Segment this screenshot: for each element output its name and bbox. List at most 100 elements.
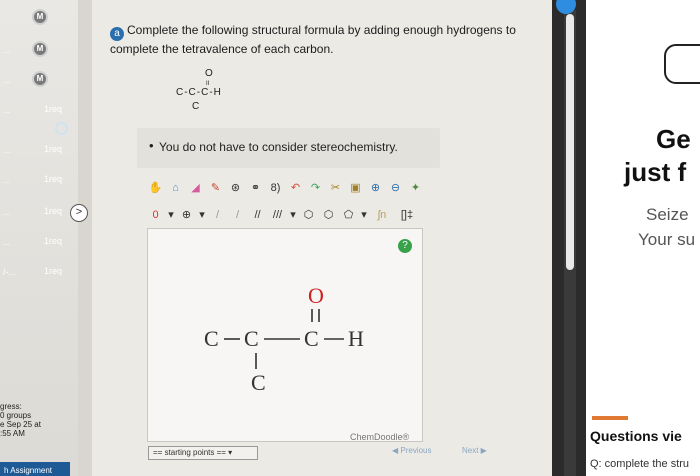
sidebar-item-2[interactable]: ... M <box>0 36 70 64</box>
atom-hydrogen: H <box>348 326 364 351</box>
prompt-text: Complete the following structural formul… <box>110 23 516 56</box>
sidebar-item-3[interactable]: ... M <box>0 66 70 94</box>
sidebar-item-label: 1req <box>43 174 62 184</box>
starting-points-select[interactable]: == starting points == ▾ <box>148 446 258 460</box>
triple-bond-icon[interactable]: /// <box>269 207 286 224</box>
small-bottom-carbon: C <box>192 101 199 112</box>
sidebar-item-4[interactable]: ... 1req <box>0 96 70 124</box>
pentagon-ring-icon[interactable]: ⬠ <box>340 207 357 224</box>
promo-heading-2: just f <box>624 157 687 187</box>
chemdoodle-canvas[interactable]: ? O C C C C H <box>147 228 423 442</box>
help-icon[interactable]: ? <box>398 239 412 253</box>
sidebar-dots: ... <box>3 75 11 85</box>
starting-points-label: == starting points == <box>153 448 226 457</box>
due-time: :55 AM <box>0 429 25 438</box>
right-panel: Ge just f Seize Your su Questions vie Q:… <box>586 0 700 476</box>
progress-info: gress: 0 groups e Sep 25 at :55 AM <box>0 402 41 438</box>
chevron-down-icon[interactable]: ▾ <box>198 207 206 224</box>
progress-groups: 0 groups <box>0 411 32 420</box>
sidebar-item-1[interactable]: M <box>0 4 70 32</box>
part-badge: a <box>110 27 124 41</box>
sidebar-dots: ... <box>3 175 11 185</box>
pencil-icon[interactable]: ✎ <box>207 180 224 197</box>
sidebar-dots: ... <box>3 207 11 217</box>
bracket-charge-icon[interactable]: []‡ <box>396 207 418 224</box>
chevron-down-icon[interactable]: ▾ <box>289 207 297 224</box>
sidebar-item-5[interactable]: ... 1req <box>0 136 70 164</box>
mastered-badge-icon: M <box>32 9 48 25</box>
sidebar-item-label: 1req <box>43 144 62 154</box>
questions-viewed-title: Questions vie <box>590 428 682 444</box>
next-label: Next <box>462 446 479 455</box>
sidebar-dots: ... <box>3 145 11 155</box>
in-progress-circle-icon <box>55 122 68 135</box>
lasso-icon[interactable]: ⌂ <box>167 180 184 197</box>
small-chain: C-C-C-H <box>176 87 222 98</box>
charge-zero-button[interactable]: 0 <box>147 207 164 224</box>
charge-plus-button[interactable]: ⊕ <box>178 207 195 224</box>
repeat-unit-icon[interactable]: ʃn <box>371 207 393 224</box>
promo-image-frame <box>664 44 700 84</box>
scrollbar-thumb[interactable] <box>566 14 574 270</box>
clipboard-icon[interactable]: ▣ <box>347 180 364 197</box>
single-bond-dashed-icon[interactable]: / <box>209 207 226 224</box>
assignment-sidebar: M ... M ... M ... 1req ... 1req ... 1req… <box>0 0 78 476</box>
atom-carbon-3[interactable]: C <box>304 326 319 351</box>
previous-button[interactable]: ◀ Previous <box>392 446 432 455</box>
hexagon-ring-icon[interactable]: ⬡ <box>300 207 317 224</box>
note-box: • You do not have to consider stereochem… <box>137 128 440 168</box>
sidebar-item-label: 1req <box>43 266 62 276</box>
zoom-in-icon[interactable]: ⊕ <box>367 180 384 197</box>
redo-icon[interactable]: ↷ <box>307 180 324 197</box>
sidebar-item-6[interactable]: ... 1req <box>0 166 70 194</box>
small-structure-image: O II C-C-C-H C <box>176 68 222 112</box>
structure-drawing: O C C C C H <box>204 283 364 395</box>
sidebar-dots: ... <box>3 105 11 115</box>
ring-icon[interactable]: ⊛ <box>227 180 244 197</box>
atom-carbon-2[interactable]: C <box>244 326 259 351</box>
promo-line-2: Your su <box>638 230 696 249</box>
mastered-badge-icon: M <box>32 71 48 87</box>
assignment-tab[interactable]: h Assignment <box>0 462 70 476</box>
sidebar-item-label: 1req <box>43 206 62 216</box>
note-text: You do not have to consider stereochemis… <box>159 140 398 154</box>
mastered-badge-icon: M <box>32 41 48 57</box>
next-button[interactable]: Next ▶ <box>462 446 487 455</box>
atom-oxygen[interactable]: O <box>308 283 324 308</box>
small-oxygen: O <box>205 68 213 79</box>
bonds <box>224 309 344 369</box>
chevron-down-icon[interactable]: ▾ <box>167 207 175 224</box>
chevron-down-icon[interactable]: ▾ <box>360 207 368 224</box>
chain-icon[interactable]: ⚭ <box>247 180 264 197</box>
screen: M ... M ... M ... 1req ... 1req ... 1req… <box>0 0 700 476</box>
due-date: e Sep 25 at <box>0 420 41 429</box>
template-icon[interactable]: ✂ <box>327 180 344 197</box>
benzene-ring-icon[interactable]: ⬡ <box>320 207 337 224</box>
question-prompt: a Complete the following structural formu… <box>110 22 530 57</box>
bracket-icon[interactable]: 8) <box>267 180 284 197</box>
chemdoodle-brand: ChemDoodle® <box>350 432 410 442</box>
accent-bar <box>592 416 628 420</box>
expand-arrow-icon[interactable]: > <box>70 204 88 222</box>
sidebar-item-label: 1req <box>43 104 62 114</box>
zoom-out-icon[interactable]: ⊖ <box>387 180 404 197</box>
hand-icon[interactable]: ✋ <box>147 180 164 197</box>
progress-label: gress: <box>0 402 22 411</box>
atom-carbon-1[interactable]: C <box>204 326 219 351</box>
eraser-icon[interactable]: ◢ <box>187 180 204 197</box>
wedge-bond-icon[interactable]: / <box>229 207 246 224</box>
sidebar-item-label: 1req <box>43 236 62 246</box>
sidebar-item-9[interactable]: /-... 1req <box>0 258 70 286</box>
clean-icon[interactable]: ✦ <box>407 180 424 197</box>
sidebar-dots: ... <box>3 237 11 247</box>
undo-icon[interactable]: ↶ <box>287 180 304 197</box>
double-bond-icon[interactable]: // <box>249 207 266 224</box>
question-preview[interactable]: Q: complete the stru <box>590 458 689 470</box>
sidebar-dots: /-... <box>3 267 16 277</box>
bullet-icon: • <box>149 138 154 153</box>
previous-label: Previous <box>400 446 432 455</box>
sidebar-item-7[interactable]: ... 1req <box>0 198 70 226</box>
promo-heading: Ge <box>656 124 691 154</box>
sidebar-item-8[interactable]: ... 1req <box>0 228 70 256</box>
atom-carbon-4[interactable]: C <box>251 370 266 395</box>
